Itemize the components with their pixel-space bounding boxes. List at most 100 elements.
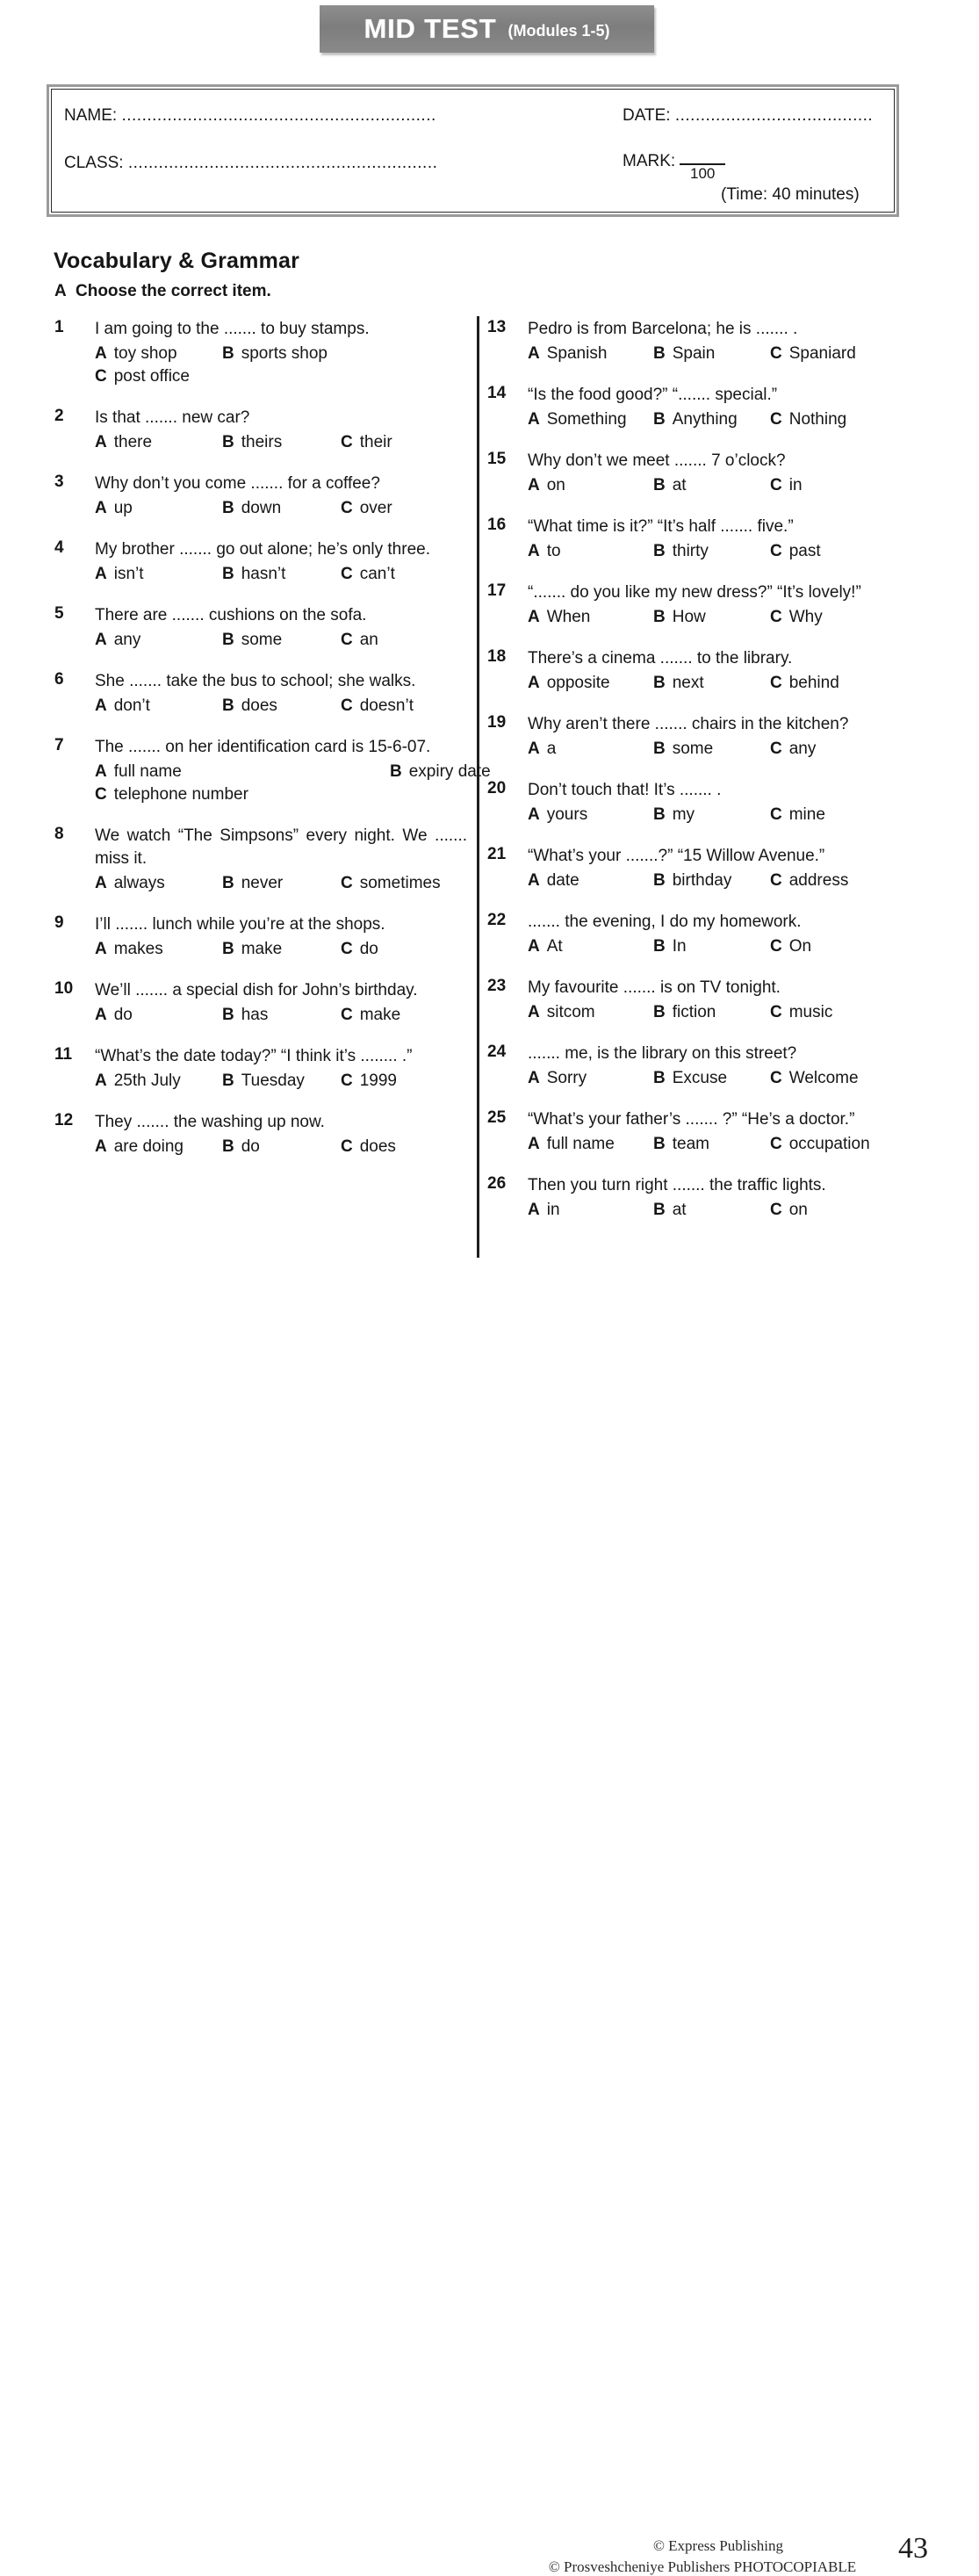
answer-option-b[interactable]: Bnever — [222, 872, 283, 895]
option-letter: B — [653, 1201, 666, 1219]
answer-option-b[interactable]: Bbirthday — [653, 869, 731, 892]
answer-option-b[interactable]: Bhasn’t — [222, 563, 285, 586]
answer-option-b[interactable]: Bdown — [222, 497, 281, 520]
answer-option-c[interactable]: Cmine — [770, 804, 825, 826]
answer-option-a[interactable]: Athere — [95, 431, 152, 454]
question-number: 17 — [487, 581, 507, 600]
answer-option-a[interactable]: A Something — [528, 408, 627, 431]
option-letter: B — [653, 410, 666, 429]
question-item: 1 I am going to the ....... to buy stamps… — [54, 318, 467, 388]
answer-option-c[interactable]: Cmusic — [770, 1001, 832, 1024]
answer-option-b[interactable]: Bdoes — [222, 695, 277, 718]
question-item: 3 Why don’t you come ....... for a coffee… — [54, 473, 467, 520]
answer-option-c[interactable]: Csometimes — [341, 872, 441, 895]
answer-option-b[interactable]: Bmake — [222, 938, 282, 961]
answer-option-a[interactable]: Atoy shop — [95, 343, 177, 365]
answer-option-b[interactable]: Bfiction — [653, 1001, 716, 1024]
option-letter: C — [770, 674, 782, 692]
part-a-instruction: A Choose the correct item. — [54, 282, 271, 301]
answer-option-a[interactable]: Adate — [528, 869, 579, 892]
option-letter: C — [341, 1006, 353, 1024]
answer-option-b[interactable]: B Spain — [653, 343, 715, 365]
answer-option-b[interactable]: B In — [653, 935, 687, 958]
answer-option-c[interactable]: Cpast — [770, 540, 821, 563]
answer-option-b[interactable]: B Tuesday — [222, 1070, 305, 1093]
answer-option-c[interactable]: Ctheir — [341, 431, 392, 454]
answer-option-b[interactable]: Bthirty — [653, 540, 709, 563]
answer-option-a[interactable]: Aare doing — [95, 1136, 184, 1158]
answer-option-c[interactable]: Cmake — [341, 1004, 400, 1027]
answer-option-c[interactable]: Coccupation — [770, 1133, 870, 1156]
answer-option-c[interactable]: C 1999 — [341, 1070, 397, 1093]
answer-option-a[interactable]: Ato — [528, 540, 561, 563]
answer-option-c[interactable]: Cany — [770, 738, 816, 761]
publisher-credit: © Express Publishing — [653, 2537, 783, 2554]
answer-option-c[interactable]: C Welcome — [770, 1067, 859, 1090]
answer-option-b[interactable]: Bsports shop — [222, 343, 328, 365]
answer-option-c[interactable]: Can — [341, 629, 378, 652]
answer-option-b[interactable]: B Anything — [653, 408, 738, 431]
option-text: occupation — [788, 1135, 870, 1153]
answer-option-a[interactable]: Afull name — [95, 761, 182, 783]
mark-field[interactable]: MARK: 100 — [623, 152, 726, 181]
answer-option-a[interactable]: Aa — [528, 738, 556, 761]
question-text: “What’s your father’s ....... ?” “He’s a… — [528, 1110, 855, 1129]
answer-option-b[interactable]: Bnext — [653, 672, 704, 695]
option-letter: A — [528, 476, 540, 494]
answer-option-c[interactable]: Con — [770, 1199, 808, 1222]
option-letter: C — [95, 367, 107, 386]
answer-option-a[interactable]: Ain — [528, 1199, 560, 1222]
answer-option-a[interactable]: Ado — [95, 1004, 133, 1027]
answer-option-c[interactable]: C Nothing — [770, 408, 846, 431]
answer-option-b[interactable]: Bat — [653, 1199, 687, 1222]
answer-option-a[interactable]: Afull name — [528, 1133, 615, 1156]
answer-option-c[interactable]: Cdoesn’t — [341, 695, 414, 718]
answer-option-c[interactable]: Cdo — [341, 938, 378, 961]
name-dotted-line: ........................................… — [121, 106, 436, 125]
answer-option-b[interactable]: B How — [653, 606, 706, 629]
answer-option-b[interactable]: Bsome — [653, 738, 713, 761]
answer-option-c[interactable]: Ctelephone number — [95, 783, 248, 806]
answer-option-c[interactable]: Cbehind — [770, 672, 839, 695]
answer-option-c[interactable]: Cdoes — [341, 1136, 396, 1158]
answer-option-c[interactable]: Caddress — [770, 869, 848, 892]
answer-option-a[interactable]: A At — [528, 935, 563, 958]
answer-option-a[interactable]: A 25th July — [95, 1070, 181, 1093]
answer-option-a[interactable]: A Sorry — [528, 1067, 587, 1090]
answer-option-a[interactable]: Aon — [528, 474, 565, 497]
option-text: Spain — [672, 344, 716, 363]
answer-option-a[interactable]: Aalways — [95, 872, 165, 895]
answer-option-c[interactable]: C Spaniard — [770, 343, 856, 365]
answer-option-b[interactable]: Bhas — [222, 1004, 268, 1027]
answer-option-a[interactable]: Ayours — [528, 804, 587, 826]
question-number: 15 — [487, 450, 507, 468]
answer-option-b[interactable]: B Excuse — [653, 1067, 727, 1090]
option-text: on — [788, 1201, 808, 1219]
answer-option-c[interactable]: Ccan’t — [341, 563, 395, 586]
answer-option-c[interactable]: Cover — [341, 497, 392, 520]
answer-option-b[interactable]: Bdo — [222, 1136, 260, 1158]
answer-option-a[interactable]: Aopposite — [528, 672, 610, 695]
name-field[interactable]: NAME: ..................................… — [64, 106, 436, 126]
answer-option-a[interactable]: Aany — [95, 629, 140, 652]
answer-option-a[interactable]: Aisn’t — [95, 563, 144, 586]
answer-option-b[interactable]: Bteam — [653, 1133, 709, 1156]
answer-option-a[interactable]: Asitcom — [528, 1001, 595, 1024]
class-field[interactable]: CLASS: .................................… — [64, 154, 437, 173]
answer-option-b[interactable]: Bsome — [222, 629, 282, 652]
answer-option-a[interactable]: Adon’t — [95, 695, 150, 718]
answer-option-a[interactable]: A When — [528, 606, 590, 629]
option-text: full name — [546, 1135, 615, 1153]
answer-option-c[interactable]: Cpost office — [95, 365, 190, 388]
answer-option-c[interactable]: C Why — [770, 606, 823, 629]
answer-option-c[interactable]: C On — [770, 935, 811, 958]
answer-option-a[interactable]: Amakes — [95, 938, 163, 961]
answer-option-c[interactable]: Cin — [770, 474, 803, 497]
answer-option-a[interactable]: A Spanish — [528, 343, 607, 365]
answer-option-b[interactable]: Bexpiry date — [390, 761, 491, 783]
answer-option-b[interactable]: Btheirs — [222, 431, 282, 454]
answer-option-b[interactable]: Bmy — [653, 804, 695, 826]
answer-option-a[interactable]: Aup — [95, 497, 133, 520]
answer-option-b[interactable]: Bat — [653, 474, 687, 497]
date-field[interactable]: DATE: ..................................… — [623, 106, 873, 126]
